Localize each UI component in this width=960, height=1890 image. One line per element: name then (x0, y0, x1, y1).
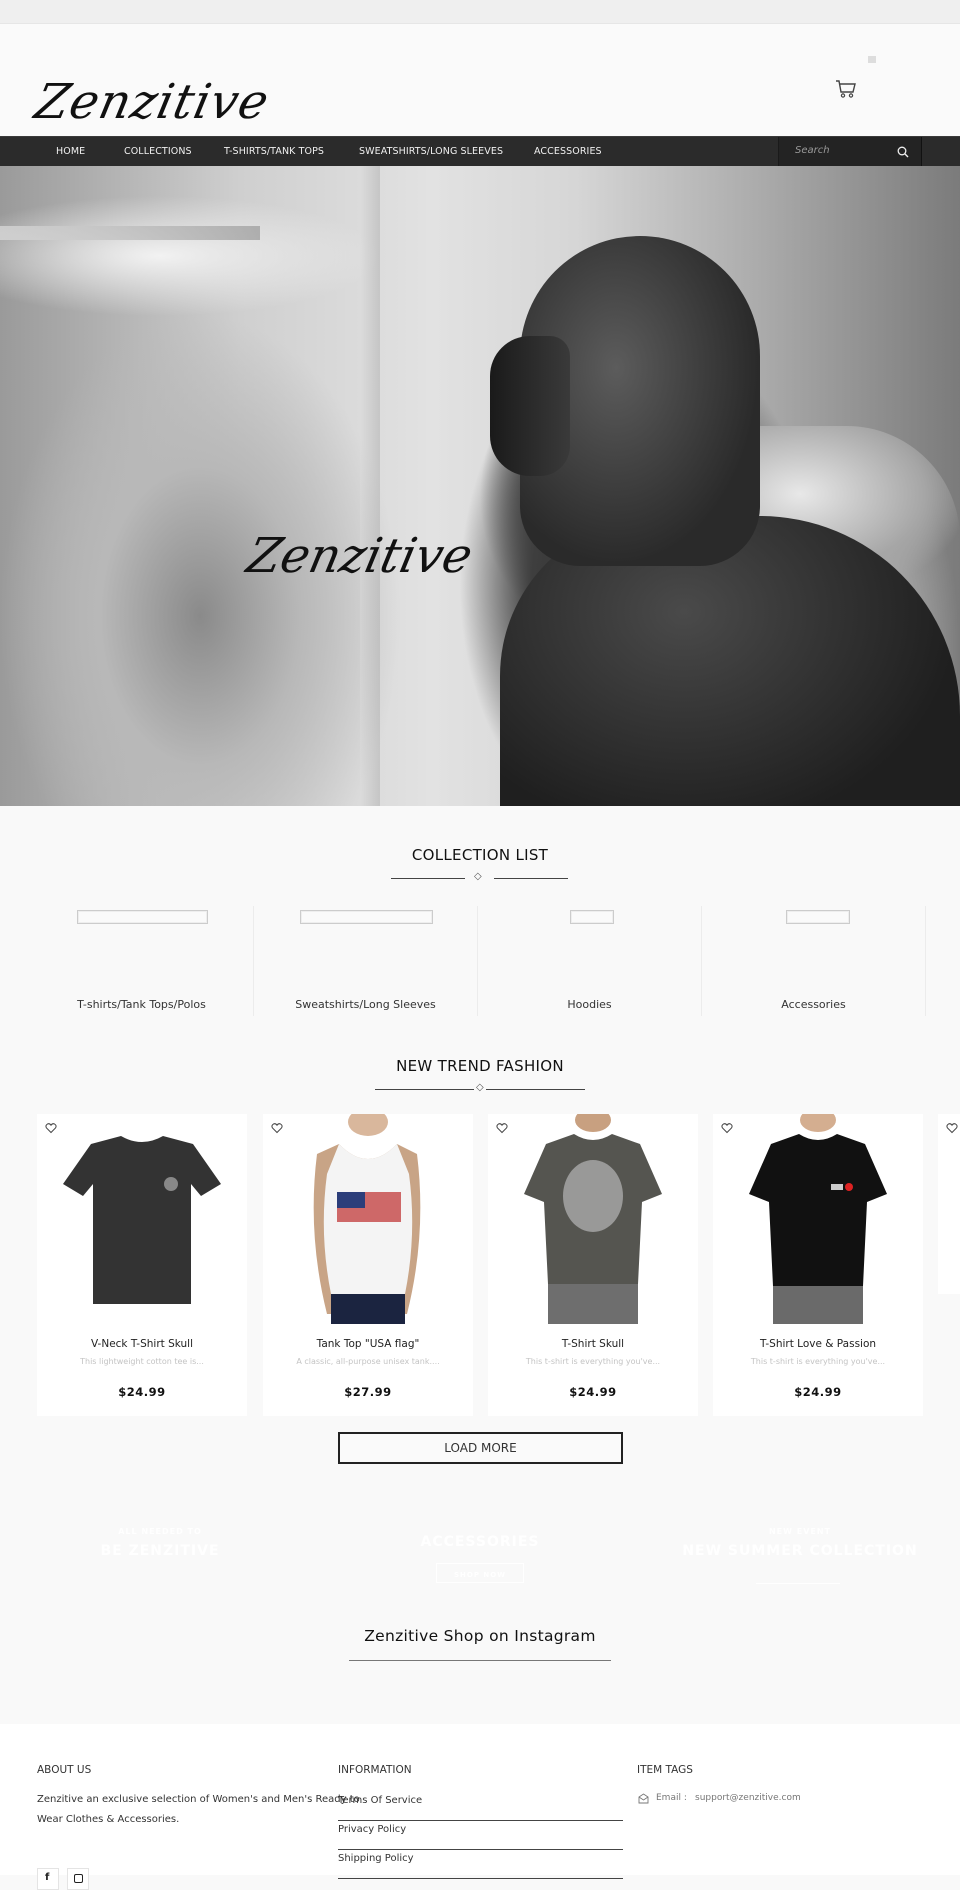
product-card-partial[interactable] (938, 1114, 960, 1294)
top-bar (0, 0, 960, 24)
collection-card[interactable]: Accessories (702, 906, 926, 1016)
banner-shop-now-button[interactable]: SHOP NOW (436, 1563, 524, 1583)
envelope-icon (638, 1793, 649, 1804)
collection-label: Accessories (781, 998, 846, 1011)
wishlist-heart-icon[interactable] (721, 1122, 733, 1134)
product-description: This t-shirt is everything you've... (750, 1357, 886, 1366)
diamond-icon: ◇ (474, 871, 482, 882)
product-name[interactable]: T-Shirt Skull (488, 1338, 698, 1350)
wishlist-heart-icon[interactable] (496, 1122, 508, 1134)
nav-item-collections[interactable]: COLLECTIONS (124, 137, 192, 167)
product-image[interactable] (277, 1114, 459, 1324)
promo-banners: ALL NEEDED TO BE ZENZITIVE ACCESSORIES S… (0, 1480, 960, 1610)
nav-item-home[interactable]: HOME (56, 137, 85, 167)
main-nav: HOME COLLECTIONS T-SHIRTS/TANK TOPS SWEA… (0, 136, 960, 167)
collection-card[interactable]: T-shirts/Tank Tops/Polos (30, 906, 254, 1016)
product-description: This t-shirt is everything you've... (525, 1357, 661, 1366)
product-card[interactable]: V-Neck T-Shirt Skull This lightweight co… (37, 1114, 247, 1416)
banner-center-title[interactable]: ACCESSORIES (400, 1534, 560, 1550)
footer-email-value[interactable]: support@zenzitive.com (695, 1788, 801, 1808)
collection-label: Sweatshirts/Long Sleeves (295, 998, 436, 1011)
product-image[interactable] (502, 1114, 684, 1324)
nav-item-accessories[interactable]: ACCESSORIES (534, 137, 602, 167)
product-name[interactable]: V-Neck T-Shirt Skull (37, 1338, 247, 1350)
wishlist-heart-icon[interactable] (946, 1122, 958, 1134)
product-price: $27.99 (344, 1385, 392, 1399)
footer-email-label: Email : (656, 1793, 687, 1803)
product-price: $24.99 (118, 1385, 166, 1399)
footer-information-heading: INFORMATION (338, 1764, 412, 1776)
footer-about-line1: Zenzitive an exclusive selection of Wome… (37, 1794, 360, 1805)
product-card[interactable]: Tank Top "USA flag" A classic, all-purpo… (263, 1114, 473, 1416)
header: Zenzitive (0, 24, 960, 136)
footer-item-tags-heading: ITEM TAGS (637, 1764, 693, 1776)
collection-label: Hoodies (567, 998, 612, 1011)
collection-image (300, 910, 433, 924)
footer-about-line2: Wear Clothes & Accessories. (37, 1814, 180, 1825)
load-more-button[interactable]: LOAD MORE (338, 1432, 623, 1464)
account-icon[interactable] (868, 56, 876, 63)
instagram-title: Zenzitive Shop on Instagram (364, 1627, 596, 1645)
product-image[interactable] (727, 1114, 909, 1324)
product-image[interactable] (51, 1114, 233, 1324)
hero-banner[interactable]: Zenzitive (0, 166, 960, 806)
collection-list-title: COLLECTION LIST (411, 846, 549, 864)
collection-image (570, 910, 614, 924)
hero-logo: Zenzitive (242, 528, 478, 584)
facebook-icon[interactable]: f (37, 1868, 59, 1890)
cart-icon[interactable] (835, 79, 857, 99)
footer-about-heading: ABOUT US (37, 1764, 92, 1776)
hero-train-light (0, 226, 260, 240)
banner-right-title[interactable]: NEW SUMMER COLLECTION (670, 1543, 930, 1559)
site-logo[interactable]: Zenzitive (30, 74, 274, 130)
title-divider-left (391, 878, 465, 879)
product-card[interactable]: T-Shirt Skull This t-shirt is everything… (488, 1114, 698, 1416)
banner-left-subtitle: ALL NEEDED TO (118, 1527, 202, 1536)
product-name[interactable]: T-Shirt Love & Passion (713, 1338, 923, 1350)
collection-image (786, 910, 850, 924)
product-price: $24.99 (569, 1385, 617, 1399)
product-card[interactable]: T-Shirt Love & Passion This t-shirt is e… (713, 1114, 923, 1416)
wishlist-heart-icon[interactable] (271, 1122, 283, 1134)
banner-right-underline (756, 1583, 840, 1584)
title-divider-right (494, 878, 568, 879)
collection-label: T-shirts/Tank Tops/Polos (77, 998, 206, 1011)
footer: ABOUT US Zenzitive an exclusive selectio… (0, 1724, 960, 1879)
search-icon[interactable] (897, 146, 909, 158)
search-box (778, 137, 922, 167)
product-description: This lightweight cotton tee is... (80, 1357, 204, 1366)
product-name[interactable]: Tank Top "USA flag" (263, 1338, 473, 1350)
hero-figure-face (490, 336, 570, 476)
footer-link-terms[interactable]: Terms Of Service (338, 1792, 623, 1821)
hero-pole (360, 166, 380, 806)
new-trend-title: NEW TREND FASHION (396, 1057, 564, 1075)
banner-left-title[interactable]: BE ZENZITIVE (80, 1543, 240, 1559)
search-input[interactable] (795, 145, 895, 156)
instagram-divider (349, 1660, 611, 1661)
nav-item-sweatshirts[interactable]: SWEATSHIRTS/LONG SLEEVES (359, 137, 503, 167)
product-price: $24.99 (794, 1385, 842, 1399)
banner-right-subtitle: NEW EVENT (768, 1527, 832, 1536)
collection-card[interactable]: Hoodies (478, 906, 702, 1016)
product-description: A classic, all-purpose unisex tank.... (296, 1357, 440, 1366)
instagram-icon[interactable] (67, 1868, 89, 1890)
footer-link-privacy[interactable]: Privacy Policy (338, 1821, 623, 1850)
collection-image (77, 910, 208, 924)
collection-card[interactable]: Sweatshirts/Long Sleeves (254, 906, 478, 1016)
nav-item-tshirts[interactable]: T-SHIRTS/TANK TOPS (224, 137, 324, 167)
wishlist-heart-icon[interactable] (45, 1122, 57, 1134)
diamond-icon: ◇ (474, 1082, 486, 1093)
